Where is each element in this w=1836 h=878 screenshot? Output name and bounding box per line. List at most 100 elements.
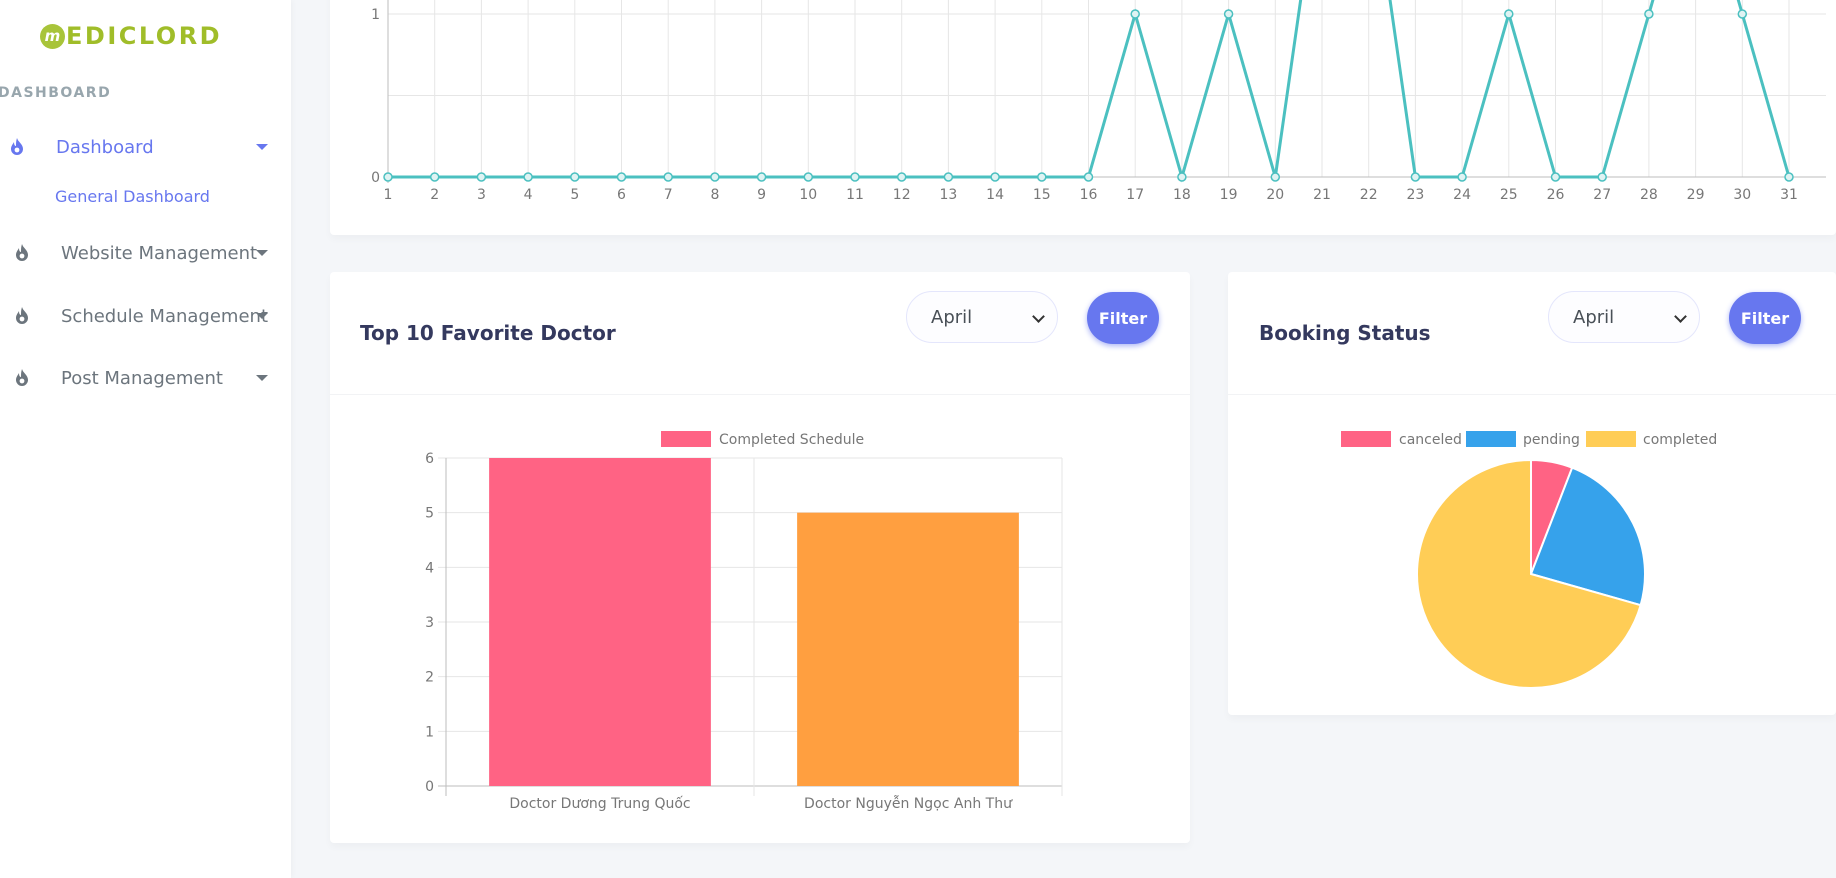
bar xyxy=(797,512,1019,786)
data-point xyxy=(850,172,860,182)
data-point xyxy=(383,172,393,182)
x-tick-label: 5 xyxy=(570,187,579,203)
data-point xyxy=(523,172,533,182)
x-tick-label: 8 xyxy=(710,187,719,203)
fire-icon xyxy=(16,307,28,324)
data-point xyxy=(570,172,580,182)
sidebar-item-dashboard[interactable]: Dashboard xyxy=(0,127,291,167)
data-point xyxy=(663,172,673,182)
data-point xyxy=(756,172,767,182)
x-tick-label: 18 xyxy=(1173,187,1191,203)
x-tick-label: Doctor Dương Trung Quốc xyxy=(509,795,690,812)
data-point xyxy=(990,172,1000,182)
data-point xyxy=(476,172,487,182)
line-chart: 011 2 3 4 5 6 7 8 9 10 11 12 13 14 15 16 17 18 19 20 21 22 23 2… xyxy=(371,0,1826,203)
bar xyxy=(489,458,711,786)
x-tick-label: 9 xyxy=(757,187,766,203)
y-tick-label: 1 xyxy=(425,724,434,740)
fire-icon xyxy=(16,244,28,261)
legend-label: canceled xyxy=(1399,432,1462,448)
x-tick-label: 7 xyxy=(664,187,673,203)
chevron-down-icon xyxy=(256,144,268,150)
legend-swatch xyxy=(1586,431,1636,447)
y-tick-label: 4 xyxy=(425,560,434,576)
sidebar-section-label: DASHBOARD xyxy=(0,85,112,101)
y-tick-label: 1 xyxy=(371,7,380,23)
data-point xyxy=(1784,172,1794,182)
x-tick-label: 1 xyxy=(384,187,393,203)
data-point xyxy=(1223,9,1234,19)
legend-swatch xyxy=(1341,431,1391,447)
booking-status-card: Booking Status April Filter canceled pend… xyxy=(1228,272,1836,715)
data-point xyxy=(1083,172,1094,182)
legend-label: completed xyxy=(1643,432,1717,448)
x-tick-label: 30 xyxy=(1733,187,1751,203)
data-point xyxy=(1550,172,1561,182)
x-tick-label: 3 xyxy=(477,187,486,203)
y-tick-label: 2 xyxy=(425,670,434,686)
data-point xyxy=(1410,172,1421,182)
data-point xyxy=(1737,9,1748,19)
x-tick-label: 31 xyxy=(1780,187,1798,203)
x-tick-label: 13 xyxy=(939,187,957,203)
chevron-down-icon xyxy=(256,250,268,256)
x-tick-label: 10 xyxy=(799,187,817,203)
legend-label: Completed Schedule xyxy=(719,432,864,448)
x-tick-label: 16 xyxy=(1080,187,1098,203)
y-tick-label: 6 xyxy=(425,451,434,467)
x-tick-label: 21 xyxy=(1313,187,1331,203)
brand-logo-icon: m xyxy=(40,23,65,49)
data-point xyxy=(1270,172,1281,182)
x-tick-label: 19 xyxy=(1220,187,1238,203)
legend-swatch xyxy=(1466,431,1516,447)
data-point xyxy=(1597,172,1607,182)
brand-logo[interactable]: m EDICLORD xyxy=(40,22,222,50)
x-tick-label: 20 xyxy=(1266,187,1284,203)
x-tick-label: 29 xyxy=(1687,187,1705,203)
y-tick-label: 0 xyxy=(371,170,380,186)
x-tick-label: 17 xyxy=(1126,187,1144,203)
chevron-down-icon xyxy=(256,375,268,381)
data-point xyxy=(1130,9,1140,19)
fire-icon xyxy=(16,369,28,386)
y-tick-label: 0 xyxy=(425,779,434,795)
sidebar-item-schedule-management[interactable]: Schedule Management xyxy=(0,296,291,336)
sidebar-item-label: Dashboard xyxy=(56,136,154,158)
legend-swatch xyxy=(661,431,711,447)
x-tick-label: 27 xyxy=(1593,187,1611,203)
x-tick-label: 26 xyxy=(1547,187,1565,203)
x-tick-label: 2 xyxy=(430,187,439,203)
x-tick-label: 25 xyxy=(1500,187,1518,203)
bar-chart: Completed Schedule 0 1 2 3 4 5 6 Doctor Dương Tr… xyxy=(425,431,1063,812)
data-point xyxy=(1177,172,1187,182)
submenu-general-dashboard[interactable]: General Dashboard xyxy=(55,187,210,206)
data-point xyxy=(1644,9,1654,19)
x-tick-label: 6 xyxy=(617,187,626,203)
x-tick-label: 12 xyxy=(893,187,911,203)
sidebar: m EDICLORD DASHBOARD Dashboard General D… xyxy=(0,0,291,878)
data-point xyxy=(710,172,720,182)
favorite-doctor-card: Top 10 Favorite Doctor April Filter Comp… xyxy=(330,272,1190,843)
x-tick-label: Doctor Nguyễn Ngọc Anh Thư xyxy=(804,795,1013,812)
sidebar-item-post-management[interactable]: Post Management xyxy=(0,358,291,398)
data-point xyxy=(1504,9,1514,19)
data-point xyxy=(429,172,440,182)
data-point xyxy=(1457,172,1467,182)
x-tick-label: 23 xyxy=(1406,187,1424,203)
x-tick-label: 14 xyxy=(986,187,1004,203)
data-point xyxy=(943,172,954,182)
sidebar-item-label: Post Management xyxy=(61,367,223,389)
sidebar-item-website-management[interactable]: Website Management xyxy=(0,233,291,273)
sidebar-item-label: Schedule Management xyxy=(61,305,269,327)
pie-chart: canceled pending completed xyxy=(1341,431,1717,689)
x-tick-label: 22 xyxy=(1360,187,1378,203)
y-tick-label: 5 xyxy=(425,506,434,522)
fire-icon xyxy=(11,138,23,155)
x-tick-label: 4 xyxy=(524,187,533,203)
data-point xyxy=(803,172,814,182)
x-tick-label: 28 xyxy=(1640,187,1658,203)
sidebar-item-label: Website Management xyxy=(61,242,258,264)
legend-label: pending xyxy=(1523,432,1580,448)
y-tick-label: 3 xyxy=(425,615,434,631)
x-tick-label: 24 xyxy=(1453,187,1471,203)
